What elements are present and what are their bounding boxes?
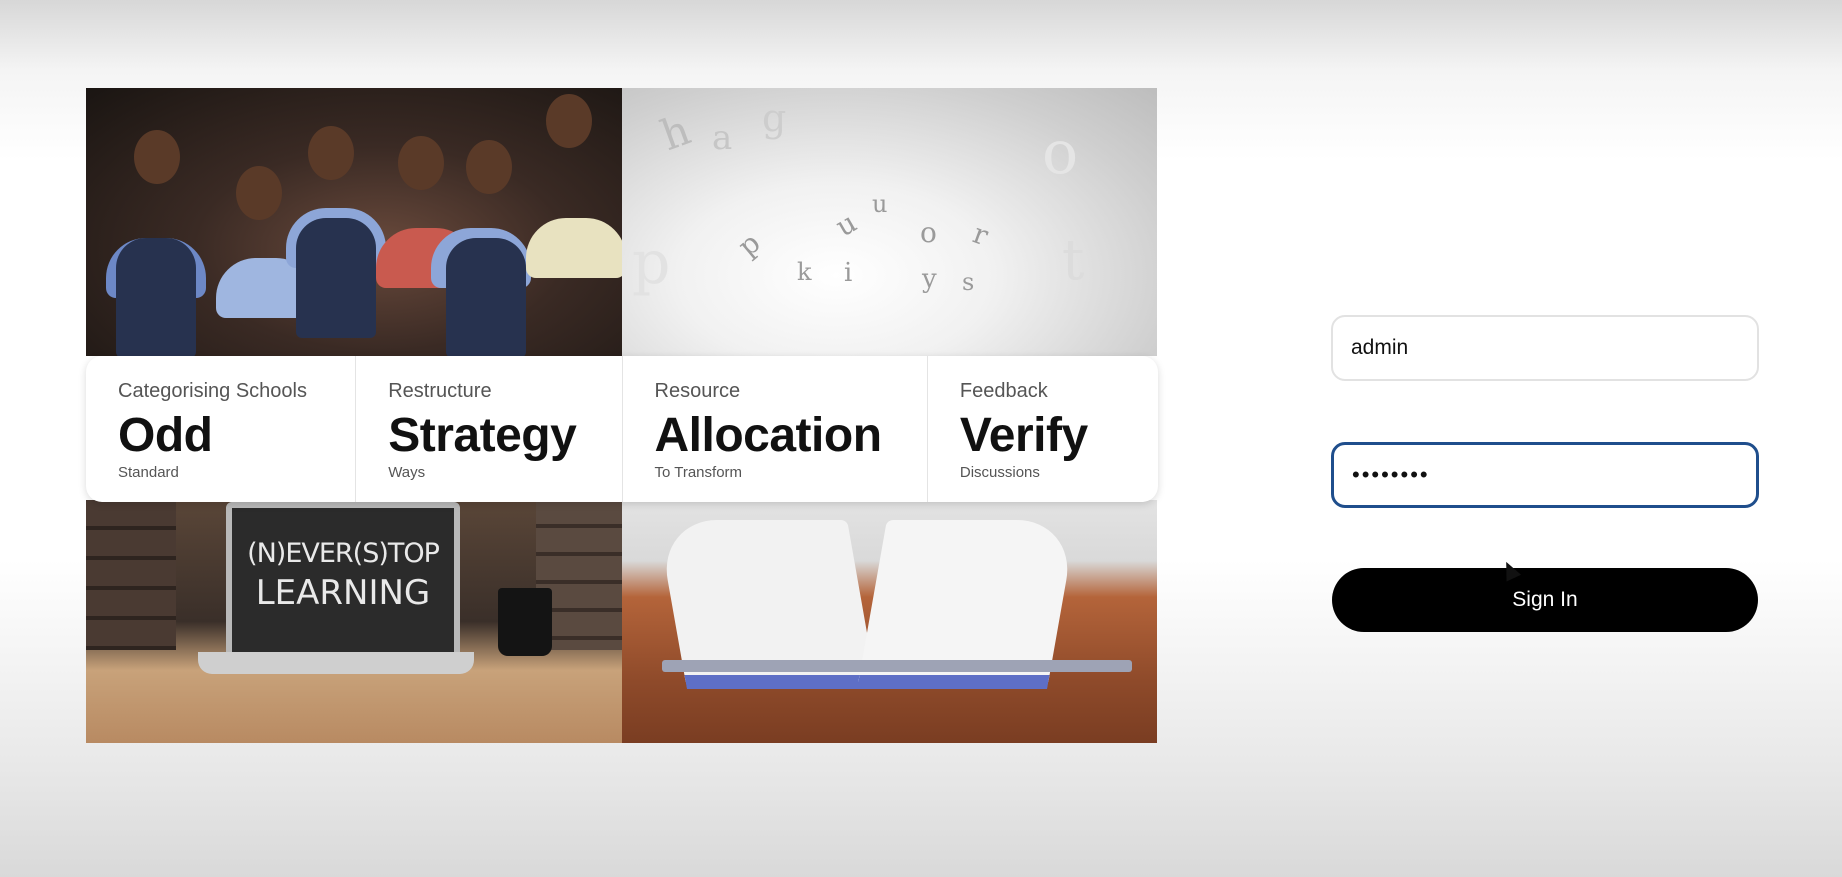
feature-label: Categorising Schools: [118, 380, 307, 402]
laptop-text-line2: LEARNING: [255, 573, 431, 613]
feature-subtitle: Discussions: [959, 464, 1040, 481]
password-input[interactable]: [1331, 442, 1759, 508]
feature-subtitle: Ways: [388, 464, 426, 481]
feature-subtitle: Standard: [118, 464, 179, 481]
students-image: [86, 88, 622, 356]
coffee-mug: [498, 588, 552, 656]
feature-title: Verify: [959, 409, 1088, 462]
sign-in-button[interactable]: Sign In: [1332, 568, 1758, 632]
feature-label: Restructure: [388, 380, 492, 402]
feature-label: Resource: [654, 380, 741, 402]
feature-subtitle: To Transform: [654, 464, 743, 481]
letters-image: h a g u u o k i y s r t p p o: [622, 88, 1157, 356]
open-book-image: [622, 500, 1157, 743]
laptop-screen: (N)EVER(S)TOP LEARNING: [226, 502, 460, 660]
feature-title: Odd: [118, 409, 213, 462]
feature-card: Categorising Schools Odd Standard Restru…: [86, 356, 1158, 502]
feature-title: Allocation: [654, 409, 883, 462]
laptop-text-line1: (N)EVER(S)TOP: [247, 538, 440, 569]
feature-label: Feedback: [959, 380, 1048, 402]
feature-allocation: Resource Allocation To Transform: [623, 356, 928, 502]
feature-odd: Categorising Schools Odd Standard: [86, 356, 357, 502]
feature-verify: Feedback Verify Discussions: [928, 356, 1158, 502]
hero-banner: h a g u u o k i y s r t p p o (N)EVER(S)…: [86, 88, 1158, 743]
laptop-image: (N)EVER(S)TOP LEARNING: [86, 500, 622, 743]
feature-title: Strategy: [388, 409, 577, 462]
username-input[interactable]: [1331, 315, 1759, 381]
feature-strategy: Restructure Strategy Ways: [356, 356, 623, 502]
